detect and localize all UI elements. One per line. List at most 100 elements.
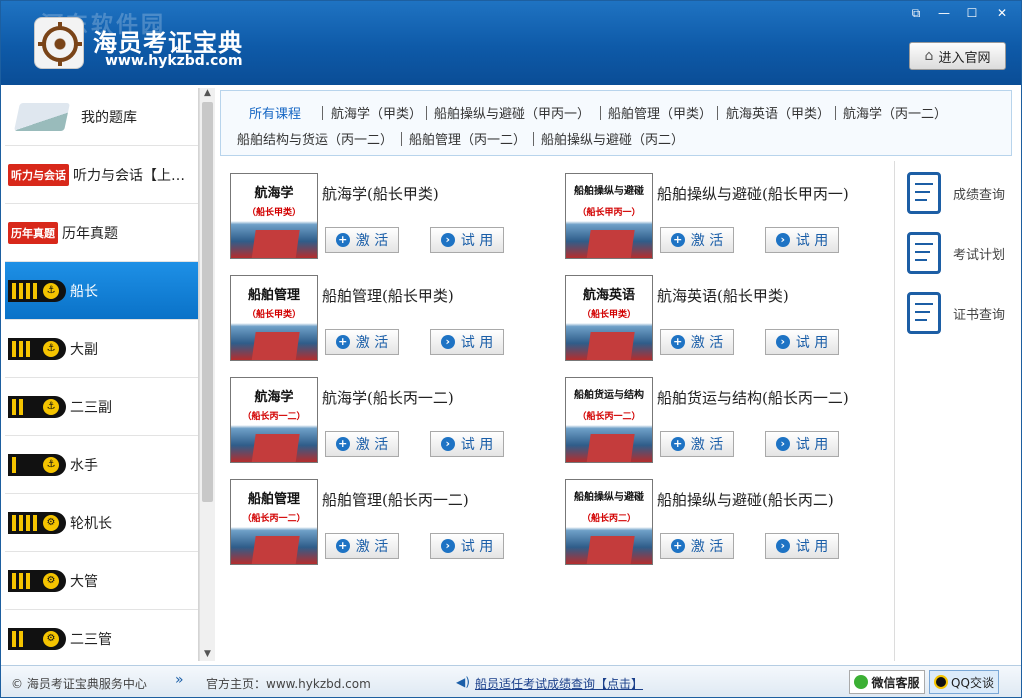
tab-1[interactable]: 航海学（甲类） bbox=[331, 103, 422, 122]
homepage-text[interactable]: 官方主页：www.hykzbd.com bbox=[206, 675, 371, 692]
right-item-label: 考试计划 bbox=[953, 247, 1006, 263]
course-title: 船舶管理(船长甲类) bbox=[322, 287, 454, 305]
right-item-score-query[interactable]: 成绩查询 bbox=[907, 169, 1015, 217]
course-cover[interactable]: 船舶管理 （船长甲类） bbox=[230, 275, 318, 361]
qq-label: QQ交谈 bbox=[951, 675, 994, 690]
trial-button[interactable]: › 试 用 bbox=[430, 431, 504, 457]
tab-divider bbox=[717, 106, 718, 120]
trial-button[interactable]: › 试 用 bbox=[430, 329, 504, 355]
rank-insignia-icon: ⚙ bbox=[8, 511, 66, 534]
trial-button[interactable]: › 试 用 bbox=[765, 431, 839, 457]
trial-button[interactable]: › 试 用 bbox=[765, 227, 839, 253]
trial-button[interactable]: › 试 用 bbox=[430, 227, 504, 253]
sidebar-item-seaman[interactable]: ⚓ 水手 bbox=[5, 436, 198, 494]
scroll-up-arrow[interactable]: ▲ bbox=[200, 88, 215, 100]
trial-label: 试 用 bbox=[795, 437, 829, 453]
course-title: 船舶管理(船长丙一二) bbox=[322, 491, 469, 509]
tab-8[interactable]: 船舶操纵与避碰（丙二） bbox=[541, 129, 684, 148]
activate-button[interactable]: + 激 活 bbox=[325, 329, 399, 355]
qq-chat-button[interactable]: QQ交谈 bbox=[929, 670, 999, 694]
cover-title: 船舶货运与结构 bbox=[574, 390, 644, 401]
activate-button[interactable]: + 激 活 bbox=[660, 329, 734, 355]
plus-icon: + bbox=[670, 233, 685, 247]
course-cover[interactable]: 船舶管理 （船长丙一二） bbox=[230, 479, 318, 565]
scroll-thumb[interactable] bbox=[202, 102, 213, 502]
course-card: 船舶管理 （船长甲类） 船舶管理(船长甲类) + 激 活 › 试 用 bbox=[220, 263, 550, 361]
activate-button[interactable]: + 激 活 bbox=[660, 227, 734, 253]
sidebar-item-label: 船长 bbox=[70, 283, 98, 300]
right-item-certificate-query[interactable]: 证书查询 bbox=[907, 289, 1015, 337]
scroll-down-arrow[interactable]: ▼ bbox=[200, 649, 215, 661]
restore-icon[interactable]: ⧉ bbox=[905, 5, 927, 21]
close-icon[interactable]: ✕ bbox=[991, 5, 1013, 21]
plus-icon: + bbox=[335, 335, 350, 349]
course-card: 航海学 （船长丙一二） 航海学(船长丙一二) + 激 活 › 试 用 bbox=[220, 365, 550, 463]
maximize-icon[interactable]: ☐ bbox=[961, 5, 983, 21]
plus-icon: + bbox=[670, 437, 685, 451]
activate-button[interactable]: + 激 活 bbox=[325, 227, 399, 253]
sidebar-scrollbar[interactable]: ▲ ▼ bbox=[199, 88, 215, 661]
tab-2[interactable]: 船舶操纵与避碰（甲丙一） bbox=[434, 103, 590, 122]
activate-button[interactable]: + 激 活 bbox=[660, 431, 734, 457]
activate-label: 激 活 bbox=[355, 539, 389, 555]
sidebar-item-past-exams[interactable]: 历年真题 历年真题 bbox=[5, 204, 198, 262]
sidebar-item-chief-engineer[interactable]: ⚙ 轮机长 bbox=[5, 494, 198, 552]
course-cover[interactable]: 船舶货运与结构 （船长丙一二） bbox=[565, 377, 653, 463]
tab-6[interactable]: 船舶结构与货运（丙一二） bbox=[237, 129, 393, 148]
tab-5[interactable]: 航海学（丙一二） bbox=[843, 103, 947, 122]
trial-label: 试 用 bbox=[460, 335, 494, 351]
trial-button[interactable]: › 试 用 bbox=[765, 533, 839, 559]
cover-title: 船舶操纵与避碰 bbox=[574, 186, 644, 197]
arrow-icon: › bbox=[440, 539, 455, 553]
sidebar-item-second-engineer[interactable]: ⚙ 大管 bbox=[5, 552, 198, 610]
trial-button[interactable]: › 试 用 bbox=[765, 329, 839, 355]
expand-icon[interactable]: » bbox=[175, 672, 184, 688]
sidebar-item-listening[interactable]: 听力与会话 听力与会话【上… bbox=[5, 146, 198, 204]
sidebar-item-captain[interactable]: ⚓ 船长 bbox=[5, 262, 198, 320]
official-site-button[interactable]: ⌂ 进入官网 bbox=[909, 42, 1006, 70]
tab-divider bbox=[600, 106, 601, 120]
arrow-icon: › bbox=[775, 335, 790, 349]
sidebar-item-second-third-mate[interactable]: ⚓ 二三副 bbox=[5, 378, 198, 436]
sidebar-item-my-bank[interactable]: 我的题库 bbox=[5, 88, 198, 146]
plus-icon: + bbox=[335, 437, 350, 451]
tab-7[interactable]: 船舶管理（丙一二） bbox=[409, 129, 526, 148]
activate-button[interactable]: + 激 活 bbox=[660, 533, 734, 559]
course-cover[interactable]: 航海学 （船长甲类） bbox=[230, 173, 318, 259]
course-title: 航海学(船长丙一二) bbox=[322, 389, 454, 407]
tab-3[interactable]: 船舶管理（甲类） bbox=[608, 103, 712, 122]
arrow-icon: › bbox=[775, 233, 790, 247]
tab-4[interactable]: 航海英语（甲类） bbox=[726, 103, 830, 122]
activate-button[interactable]: + 激 活 bbox=[325, 533, 399, 559]
course-cover[interactable]: 航海学 （船长丙一二） bbox=[230, 377, 318, 463]
anchor-icon: ⚓ bbox=[43, 398, 59, 415]
cover-subtitle: （船长甲类） bbox=[581, 310, 636, 320]
category-tag: 听力与会话 bbox=[8, 163, 69, 186]
wechat-service-button[interactable]: 微信客服 bbox=[849, 670, 925, 694]
sidebar-item-third-engineer[interactable]: ⚙ 二三管 bbox=[5, 610, 198, 661]
course-cover[interactable]: 船舶操纵与避碰 （船长甲丙一） bbox=[565, 173, 653, 259]
cover-subtitle: （船长丙一二） bbox=[577, 412, 641, 422]
tab-0[interactable]: 所有课程 bbox=[249, 103, 301, 122]
anchor-icon: ⚓ bbox=[43, 282, 59, 299]
trial-button[interactable]: › 试 用 bbox=[430, 533, 504, 559]
score-query-link[interactable]: 船员适任考试成绩查询【点击】 bbox=[475, 675, 643, 692]
plus-icon: + bbox=[335, 233, 350, 247]
course-cover[interactable]: 船舶操纵与避碰 （船长丙二） bbox=[565, 479, 653, 565]
right-item-exam-plan[interactable]: 考试计划 bbox=[907, 229, 1015, 277]
cover-title: 航海英语 bbox=[582, 288, 635, 303]
arrow-icon: › bbox=[775, 539, 790, 553]
activate-label: 激 活 bbox=[690, 437, 724, 453]
sidebar-item-chief-mate[interactable]: ⚓ 大副 bbox=[5, 320, 198, 378]
status-bar: © 海员考证宝典服务中心 » 官方主页：www.hykzbd.com ◀) 船员… bbox=[1, 665, 1021, 697]
course-cover[interactable]: 航海英语 （船长甲类） bbox=[565, 275, 653, 361]
activate-button[interactable]: + 激 活 bbox=[325, 431, 399, 457]
activate-label: 激 活 bbox=[690, 233, 724, 249]
activate-label: 激 活 bbox=[355, 437, 389, 453]
notebook-pen-icon bbox=[14, 102, 70, 131]
sidebar-item-label: 二三副 bbox=[70, 399, 112, 416]
home-icon: ⌂ bbox=[924, 48, 934, 64]
minimize-icon[interactable]: — bbox=[933, 5, 955, 21]
course-title: 船舶操纵与避碰(船长甲丙一) bbox=[657, 185, 849, 203]
cover-subtitle: （船长丙二） bbox=[581, 514, 636, 524]
